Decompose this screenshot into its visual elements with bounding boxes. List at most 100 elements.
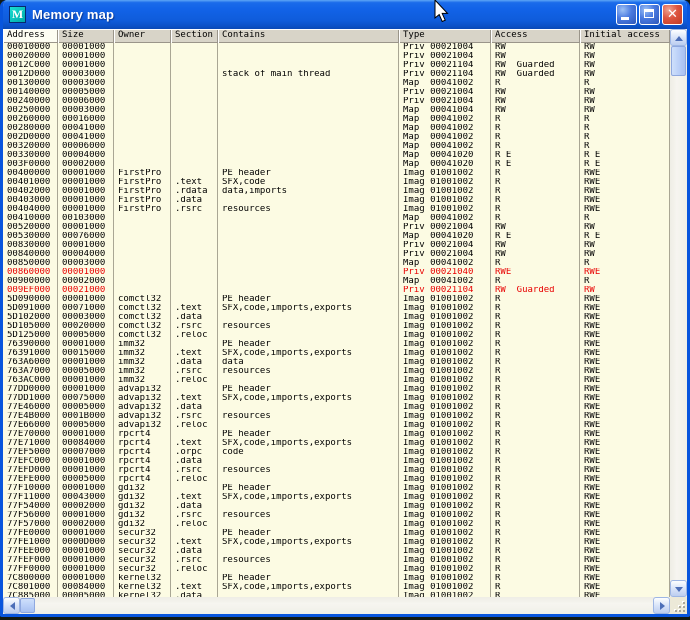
resize-grip[interactable] [670,597,687,614]
table-row[interactable]: 0084000000004000Priv 00021004RWRW [3,250,670,259]
scroll-down-button[interactable] [670,580,687,597]
table-row[interactable]: 77E4B0000001B000advapi32.rsrcresourcesIm… [3,412,670,421]
cell-address: 77FF0000 [3,565,58,574]
table-row[interactable]: 77FEF00000001000secur32.rsrcresourcesIma… [3,556,670,565]
table-row[interactable]: 77F5700000002000gdi32.relocImag 01001002… [3,520,670,529]
vertical-scroll-track[interactable] [670,76,687,580]
table-row[interactable]: 0001000000001000Priv 00021004RWRW [3,43,670,52]
table-row[interactable]: 77EFC00000001000rpcrt4.dataImag 01001002… [3,457,670,466]
table-row[interactable]: 77FE000000001000secur32PE headerImag 010… [3,529,670,538]
table-row[interactable]: 77FF000000001000secur32.relocImag 010010… [3,565,670,574]
column-header-type[interactable]: Type [399,29,491,43]
table-row[interactable]: 5D09100000071000comctl32.textSFX,code,im… [3,304,670,313]
table-row[interactable]: 0002000000001000Priv 00021004RWRW [3,52,670,61]
table-row[interactable]: 0090000000002000Map 00041002RR [3,277,670,286]
maximize-button[interactable] [639,4,660,25]
table-row[interactable]: 0013000000003000Map 00041002RR [3,79,670,88]
table-row[interactable]: 77DD000000001000advapi32PE headerImag 01… [3,385,670,394]
table-row[interactable]: 0085000000003000Map 00041002RR [3,259,670,268]
column-header-initial-access[interactable]: Initial access [580,29,670,43]
cell-size: 00002000 [58,277,114,286]
table-row[interactable]: 77DD100000075000advapi32.textSFX,code,im… [3,394,670,403]
table-row[interactable]: 002D000000041000Map 00041002RR [3,133,670,142]
cell-owner: comctl32 [114,331,171,340]
table-row[interactable]: 7639100000015000imm32.textSFX,code,impor… [3,349,670,358]
table-row[interactable]: 0040000000001000FirstProPE headerImag 01… [3,169,670,178]
table-row[interactable]: 0014000000005000Priv 00021004RWRW [3,88,670,97]
cell-owner: rpcrt4 [114,439,171,448]
table-row[interactable]: 003F000000002000Map 00041020R ER E [3,160,670,169]
table-row[interactable]: 0083000000001000Priv 00021004RWRW [3,241,670,250]
table-row[interactable]: 77F5400000002000gdi32.dataImag 01001002R… [3,502,670,511]
table-row[interactable]: 77EF500000007000rpcrt4.orpccodeImag 0100… [3,448,670,457]
horizontal-scrollbar[interactable] [3,597,670,614]
table-row[interactable]: 5D09000000001000comctl32PE headerImag 01… [3,295,670,304]
table-row[interactable]: 7639000000001000imm32PE headerImag 01001… [3,340,670,349]
table-row[interactable]: 7C80100000084000kernel32.textSFX,code,im… [3,583,670,592]
table-row[interactable]: 0025000000003000Map 00041004RWRW [3,106,670,115]
table-row[interactable]: 77FE10000000D000secur32.textSFX,code,imp… [3,538,670,547]
table-row[interactable]: 77E6600000005000advapi32.relocImag 01001… [3,421,670,430]
close-icon: ✕ [663,5,682,24]
table-row[interactable]: 5D10200000003000comctl32.dataImag 010010… [3,313,670,322]
cell-size: 00001000 [58,169,114,178]
cell-type: Imag 01001002 [399,529,491,538]
table-row[interactable]: 77F1000000001000gdi32PE headerImag 01001… [3,484,670,493]
table-row[interactable]: 0040100000001000FirstPro.textSFX,codeIma… [3,178,670,187]
column-header-address[interactable]: Address [3,29,58,43]
close-button[interactable]: ✕ [662,4,683,25]
table-row[interactable]: 5D10500000020000comctl32.rsrcresourcesIm… [3,322,670,331]
table-row[interactable]: 77E7000000001000rpcrt4PE headerImag 0100… [3,430,670,439]
cell-access: RW [491,43,580,52]
table-row[interactable]: 0040400000001000FirstPro.rsrcresourcesIm… [3,205,670,214]
table-row[interactable]: 0040200000001000FirstPro.rdatadata,impor… [3,187,670,196]
table-row[interactable]: 0033000000004000Map 00041020R ER E [3,151,670,160]
table-row[interactable]: 0028000000041000Map 00041002RR [3,124,670,133]
minimize-button[interactable] [616,4,637,25]
column-header-contains[interactable]: Contains [218,29,399,43]
table-row[interactable]: 763A700000005000imm32.rsrcresourcesImag … [3,367,670,376]
column-header-size[interactable]: Size [58,29,114,43]
cell-address: 00260000 [3,115,58,124]
cell-contains: SFX,code,imports,exports [218,493,399,502]
table-row[interactable]: 77EFE00000005000rpcrt4.relocImag 0100100… [3,475,670,484]
table-row[interactable]: 0052000000001000Priv 00021004RWRW [3,223,670,232]
cell-access: R [491,538,580,547]
table-row[interactable]: 77F5600000001000gdi32.rsrcresourcesImag … [3,511,670,520]
table-row[interactable]: 763A600000001000imm32.datadataImag 01001… [3,358,670,367]
cell-owner [114,277,171,286]
vertical-scrollbar[interactable] [670,29,687,597]
table-row[interactable]: 77E7100000084000rpcrt4.textSFX,code,impo… [3,439,670,448]
cell-type: Map 00041004 [399,106,491,115]
table-row[interactable]: 5D12500000005000comctl32.relocImag 01001… [3,331,670,340]
column-header-section[interactable]: Section [171,29,218,43]
table-row[interactable]: 77E4600000005000advapi32.dataImag 010010… [3,403,670,412]
table-row[interactable]: 0012C00000001000Priv 00021104RW GuardedR… [3,61,670,70]
table-row[interactable]: 77EFD00000001000rpcrt4.rsrcresourcesImag… [3,466,670,475]
table-row[interactable]: 0032000000006000Map 00041002RR [3,142,670,151]
table-row[interactable]: 0012D00000003000stack of main threadPriv… [3,70,670,79]
cell-owner: kernel32 [114,574,171,583]
titlebar[interactable]: M Memory map ✕ [3,0,687,29]
table-row[interactable]: 0026000000016000Map 00041002RR [3,115,670,124]
horizontal-scroll-thumb[interactable] [20,598,35,613]
table-row[interactable]: 0041000000103000Map 00041002RR [3,214,670,223]
table-row[interactable]: 009EF00000021000Priv 00021104RW GuardedR… [3,286,670,295]
cell-access: RW [491,97,580,106]
vertical-scroll-thumb[interactable] [671,46,686,76]
horizontal-scroll-track[interactable] [35,597,653,614]
scroll-right-button[interactable] [653,597,670,614]
table-row[interactable]: 763AC00000001000imm32.relocImag 01001002… [3,376,670,385]
table-row[interactable]: 0040300000001000FirstPro.dataImag 010010… [3,196,670,205]
column-header-owner[interactable]: Owner [114,29,171,43]
table-row[interactable]: 0086000000001000Priv 00021040RWERWE [3,268,670,277]
scroll-up-button[interactable] [670,29,687,46]
table-row[interactable]: 7C80000000001000kernel32PE headerImag 01… [3,574,670,583]
table-row[interactable]: 0024000000006000Priv 00021004RWRW [3,97,670,106]
column-header-access[interactable]: Access [491,29,580,43]
table-row[interactable]: 77FEE00000001000secur32.dataImag 0100100… [3,547,670,556]
table-row[interactable]: 0053000000076000Map 00041020R ER E [3,232,670,241]
cell-owner: gdi32 [114,484,171,493]
scroll-left-button[interactable] [3,597,20,614]
table-row[interactable]: 77F1100000043000gdi32.textSFX,code,impor… [3,493,670,502]
